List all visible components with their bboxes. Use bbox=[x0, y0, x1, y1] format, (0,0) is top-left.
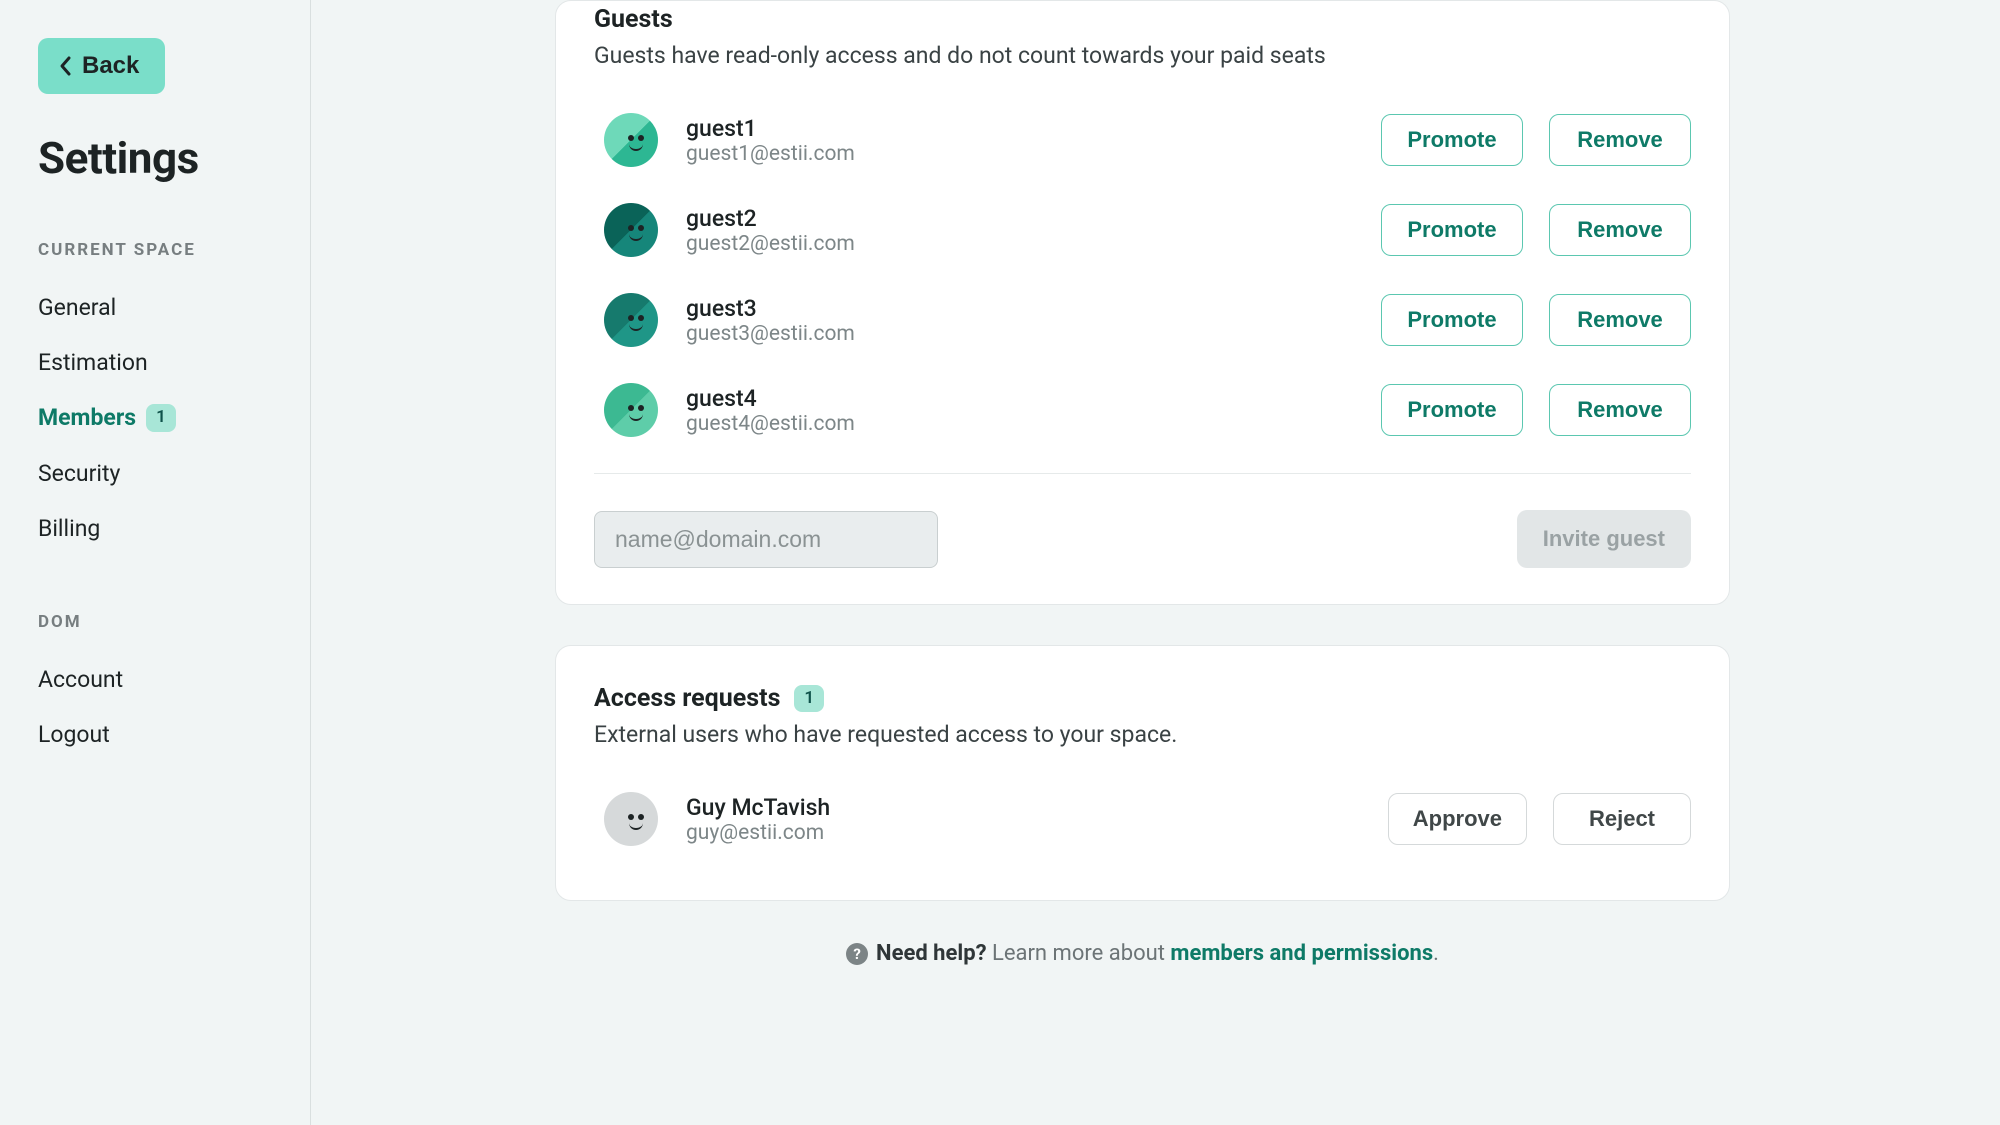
promote-button[interactable]: Promote bbox=[1381, 384, 1523, 436]
user-name: Guy McTavish bbox=[686, 794, 1388, 821]
nav-section-label: DOM bbox=[38, 612, 272, 632]
sidebar-item-label: Estimation bbox=[38, 349, 148, 376]
user-name: guest3 bbox=[686, 295, 1381, 322]
sidebar-item-security[interactable]: Security bbox=[38, 446, 272, 501]
requests-title-text: Access requests bbox=[594, 684, 780, 713]
chevron-left-icon bbox=[58, 54, 74, 78]
user-name: guest2 bbox=[686, 205, 1381, 232]
user-email: guest3@estii.com bbox=[686, 322, 1381, 346]
nav-list-user: Account Logout bbox=[38, 652, 272, 762]
guests-title: Guests bbox=[594, 5, 1691, 34]
row-actions: Promote Remove bbox=[1381, 204, 1691, 256]
page-title: Settings bbox=[38, 132, 272, 184]
help-icon: ? bbox=[846, 943, 868, 965]
user-name: guest4 bbox=[686, 385, 1381, 412]
user-info: guest2 guest2@estii.com bbox=[686, 205, 1381, 256]
remove-button[interactable]: Remove bbox=[1549, 114, 1691, 166]
sidebar-item-label: Security bbox=[38, 460, 120, 487]
sidebar-item-billing[interactable]: Billing bbox=[38, 501, 272, 556]
user-info: guest1 guest1@estii.com bbox=[686, 115, 1381, 166]
promote-button[interactable]: Promote bbox=[1381, 204, 1523, 256]
promote-button[interactable]: Promote bbox=[1381, 114, 1523, 166]
user-info: guest3 guest3@estii.com bbox=[686, 295, 1381, 346]
sidebar-item-label: General bbox=[38, 294, 116, 321]
guest-row: guest3 guest3@estii.com Promote Remove bbox=[594, 275, 1691, 365]
requests-title: Access requests 1 bbox=[594, 684, 1691, 713]
user-email: guy@estii.com bbox=[686, 821, 1388, 845]
divider bbox=[594, 473, 1691, 474]
sidebar-item-label: Members bbox=[38, 404, 136, 431]
sidebar-item-general[interactable]: General bbox=[38, 280, 272, 335]
sidebar-item-estimation[interactable]: Estimation bbox=[38, 335, 272, 390]
help-period: . bbox=[1433, 941, 1439, 966]
avatar bbox=[604, 792, 658, 846]
guest-row: guest4 guest4@estii.com Promote Remove bbox=[594, 365, 1691, 455]
guests-description: Guests have read-only access and do not … bbox=[594, 42, 1691, 69]
sidebar-item-account[interactable]: Account bbox=[38, 652, 272, 707]
remove-button[interactable]: Remove bbox=[1549, 384, 1691, 436]
user-info: Guy McTavish guy@estii.com bbox=[686, 794, 1388, 845]
help-text: Learn more about bbox=[992, 941, 1165, 966]
help-link[interactable]: members and permissions bbox=[1170, 941, 1433, 966]
avatar bbox=[604, 293, 658, 347]
sidebar-item-logout[interactable]: Logout bbox=[38, 707, 272, 762]
main-content: Guests Guests have read-only access and … bbox=[311, 0, 2000, 1125]
sidebar-item-members[interactable]: Members 1 bbox=[38, 390, 272, 446]
sidebar-item-label: Logout bbox=[38, 721, 110, 748]
guests-card: Guests Guests have read-only access and … bbox=[555, 0, 1730, 605]
reject-button[interactable]: Reject bbox=[1553, 793, 1691, 845]
user-email: guest4@estii.com bbox=[686, 412, 1381, 436]
nav-section-label: CURRENT SPACE bbox=[38, 240, 272, 260]
invite-email-input[interactable] bbox=[594, 511, 938, 568]
requests-badge: 1 bbox=[794, 685, 824, 713]
members-badge: 1 bbox=[146, 404, 176, 432]
guest-row: guest2 guest2@estii.com Promote Remove bbox=[594, 185, 1691, 275]
row-actions: Promote Remove bbox=[1381, 114, 1691, 166]
sidebar-item-label: Billing bbox=[38, 515, 100, 542]
user-name: guest1 bbox=[686, 115, 1381, 142]
remove-button[interactable]: Remove bbox=[1549, 204, 1691, 256]
nav-list-current-space: General Estimation Members 1 Security Bi… bbox=[38, 280, 272, 556]
user-email: guest2@estii.com bbox=[686, 232, 1381, 256]
help-line: ? Need help? Learn more about members an… bbox=[555, 941, 1730, 966]
access-requests-card: Access requests 1 External users who hav… bbox=[555, 645, 1730, 901]
invite-row: Invite guest bbox=[594, 510, 1691, 568]
back-label: Back bbox=[82, 52, 139, 80]
invite-guest-button[interactable]: Invite guest bbox=[1517, 510, 1691, 568]
help-strong: Need help? bbox=[876, 941, 986, 966]
remove-button[interactable]: Remove bbox=[1549, 294, 1691, 346]
avatar bbox=[604, 203, 658, 257]
avatar bbox=[604, 383, 658, 437]
row-actions: Promote Remove bbox=[1381, 384, 1691, 436]
promote-button[interactable]: Promote bbox=[1381, 294, 1523, 346]
sidebar: Back Settings CURRENT SPACE General Esti… bbox=[0, 0, 311, 1125]
row-actions: Approve Reject bbox=[1388, 793, 1691, 845]
user-email: guest1@estii.com bbox=[686, 142, 1381, 166]
guest-row: guest1 guest1@estii.com Promote Remove bbox=[594, 95, 1691, 185]
avatar bbox=[604, 113, 658, 167]
sidebar-item-label: Account bbox=[38, 666, 123, 693]
requests-description: External users who have requested access… bbox=[594, 721, 1691, 748]
user-info: guest4 guest4@estii.com bbox=[686, 385, 1381, 436]
approve-button[interactable]: Approve bbox=[1388, 793, 1527, 845]
row-actions: Promote Remove bbox=[1381, 294, 1691, 346]
back-button[interactable]: Back bbox=[38, 38, 165, 94]
request-row: Guy McTavish guy@estii.com Approve Rejec… bbox=[594, 774, 1691, 864]
